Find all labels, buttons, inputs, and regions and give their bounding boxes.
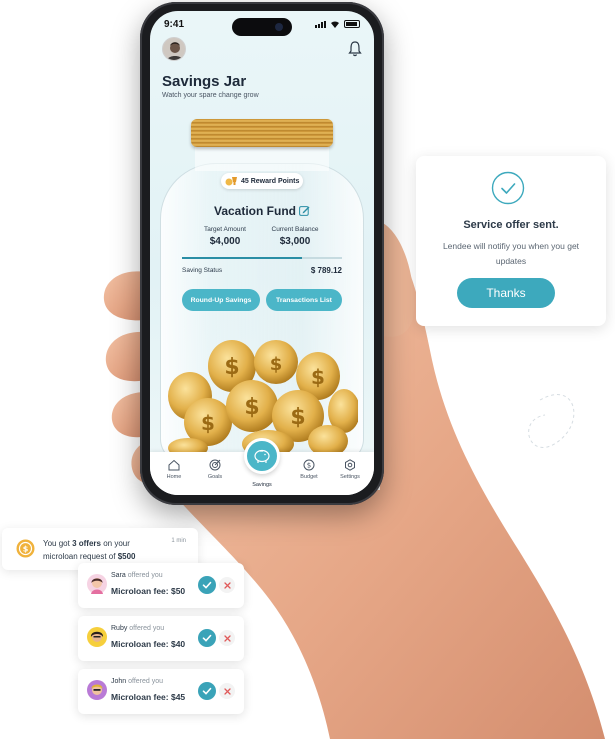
svg-text:$: $ — [201, 411, 215, 435]
nav-settings[interactable]: Settings — [332, 459, 368, 480]
reject-offer-button[interactable] — [219, 630, 235, 646]
round-up-savings-button[interactable]: Round-Up Savings — [182, 289, 260, 311]
reject-offer-button[interactable] — [219, 577, 235, 593]
nav-home[interactable]: Home — [156, 459, 192, 480]
savings-progress-bar — [182, 257, 342, 259]
battery-icon — [344, 20, 360, 28]
jar-neck — [195, 145, 329, 171]
nav-budget-label: Budget — [300, 474, 318, 480]
page-title: Savings Jar — [162, 73, 247, 90]
service-offer-card: Service offer sent. Lendee will notifiy … — [416, 156, 606, 326]
svg-text:$: $ — [270, 354, 283, 375]
current-balance-value: $3,000 — [279, 236, 311, 247]
gear-icon — [345, 459, 355, 471]
svg-text:$: $ — [311, 365, 325, 389]
svg-text:$: $ — [224, 355, 239, 380]
current-balance-label: Current Balance — [271, 226, 319, 233]
reward-points-text: 45 Reward Points — [241, 177, 300, 185]
nav-home-label: Home — [166, 474, 182, 480]
check-circle-icon — [491, 171, 525, 205]
offerer-name: Sara — [111, 572, 126, 579]
svg-text:$: $ — [23, 545, 29, 554]
offer-fee: Microloan fee: $50 — [111, 586, 186, 596]
nav-budget[interactable]: $ Budget — [291, 459, 327, 480]
offer-who: Sara offered you — [111, 572, 163, 579]
accept-offer-button[interactable] — [198, 629, 216, 647]
current-balance-stat: Current Balance $3,000 — [260, 226, 330, 247]
offer-card-ruby: Ruby offered you Microloan fee: $40 — [78, 616, 244, 661]
fund-title-text: Vacation Fund — [213, 204, 296, 218]
jar-lid — [191, 119, 333, 147]
offer-fee: Microloan fee: $45 — [111, 692, 186, 702]
offer-who: Ruby offered you — [111, 625, 164, 632]
ruby-avatar — [87, 627, 107, 647]
offer-card-john: John offered you Microloan fee: $45 — [78, 669, 244, 714]
profile-avatar[interactable] — [162, 37, 186, 61]
dollar-circle-icon: $ — [303, 459, 315, 471]
thanks-button[interactable]: Thanks — [457, 278, 555, 308]
svg-text:$: $ — [307, 462, 311, 470]
nav-savings[interactable] — [244, 438, 280, 474]
target-amount-label: Target Amount — [204, 226, 246, 233]
close-icon — [223, 581, 231, 589]
phone-screen: 9:41 Savings Jar Watch your spare change… — [150, 11, 374, 495]
saving-status-value: $ 789.12 — [310, 266, 342, 275]
dynamic-island — [232, 18, 292, 36]
check-icon — [202, 581, 212, 589]
coin-icon: $ — [16, 539, 35, 558]
target-icon — [209, 459, 221, 471]
offerer-name: John — [111, 678, 127, 685]
check-icon — [202, 687, 212, 695]
service-card-body: Lendee will notifiy you when you get upd… — [442, 241, 580, 266]
signal-icon — [315, 21, 326, 28]
status-icons — [315, 20, 360, 28]
offer-who: John offered you — [111, 678, 163, 685]
notification-time: 1 min — [171, 538, 186, 544]
offerer-name: Ruby — [111, 625, 128, 632]
svg-text:$: $ — [290, 405, 305, 430]
wifi-icon — [331, 21, 339, 28]
offer-text-pre: You got — [43, 539, 73, 548]
saving-status-label: Saving Status — [182, 267, 223, 274]
offer-fee: Microloan fee: $40 — [111, 639, 186, 649]
page-subtitle: Watch your spare change grow — [162, 92, 259, 99]
target-amount-stat: Target Amount $4,000 — [190, 226, 260, 247]
transactions-list-button[interactable]: Transactions List — [266, 289, 342, 311]
nav-settings-label: Settings — [340, 474, 360, 480]
bell-icon[interactable] — [348, 41, 362, 57]
sara-avatar — [87, 574, 107, 594]
status-time: 9:41 — [164, 19, 185, 30]
close-icon — [223, 634, 231, 642]
person-icon — [163, 38, 185, 60]
nav-savings-label: Savings — [252, 482, 272, 488]
reward-points-badge[interactable]: 45 Reward Points — [221, 173, 303, 189]
offers-notification-text: You got 3 offers on your microloan reque… — [43, 537, 161, 563]
nav-goals-label: Goals — [207, 474, 223, 480]
trophy-icon — [225, 176, 237, 185]
edit-icon[interactable] — [299, 205, 310, 216]
savings-progress-fill — [182, 257, 302, 259]
accept-offer-button[interactable] — [198, 576, 216, 594]
service-card-title: Service offer sent. — [463, 219, 559, 231]
offered-you-text: offered you — [126, 678, 164, 685]
svg-text:$: $ — [244, 395, 259, 420]
offered-you-text: offered you — [125, 572, 163, 579]
fund-title: Vacation Fund — [150, 204, 374, 218]
offer-amount: $500 — [117, 552, 136, 561]
piggy-bank-icon — [254, 449, 270, 463]
john-avatar — [87, 680, 107, 700]
check-icon — [202, 634, 212, 642]
close-icon — [223, 687, 231, 695]
bottom-navigation: Home Goals Savings $ Budget Settings — [150, 438, 374, 495]
nav-goals[interactable]: Goals — [197, 459, 233, 480]
accept-offer-button[interactable] — [198, 682, 216, 700]
offer-card-sara: Sara offered you Microloan fee: $50 — [78, 563, 244, 608]
offered-you-text: offered you — [127, 625, 165, 632]
phone-frame: 9:41 Savings Jar Watch your spare change… — [140, 2, 384, 505]
reject-offer-button[interactable] — [219, 683, 235, 699]
target-amount-value: $4,000 — [209, 236, 241, 247]
offer-count: 3 offers — [72, 539, 101, 548]
home-icon — [168, 459, 180, 471]
